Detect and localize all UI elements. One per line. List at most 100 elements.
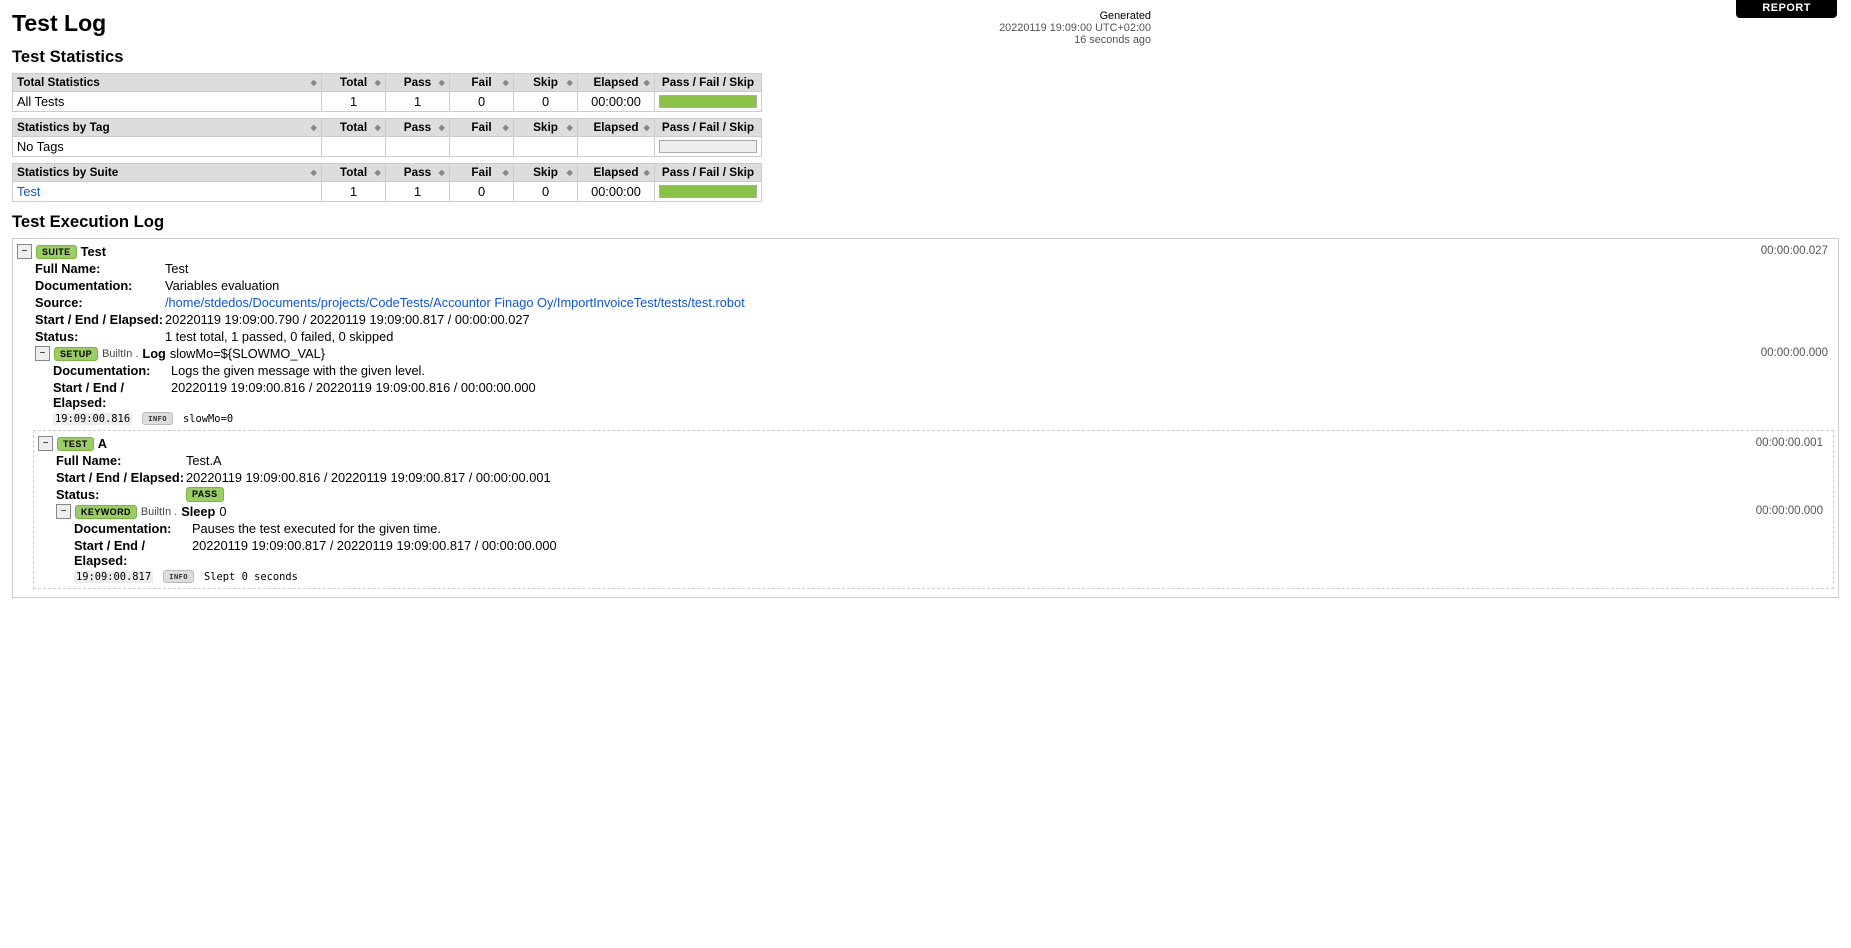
generated-info: Generated 20220119 19:09:00 UTC+02:00 16… — [420, 10, 1151, 46]
sort-icon[interactable]: ◆ — [644, 80, 650, 84]
keyword-badge: KEYWORD — [75, 505, 137, 519]
sort-icon[interactable]: ◆ — [503, 80, 509, 84]
sort-icon[interactable]: ◆ — [503, 170, 509, 174]
stats-graph-cell — [655, 182, 762, 202]
stats-col-header[interactable]: Pass◆ — [386, 74, 450, 92]
stats-col-header[interactable]: Pass◆ — [386, 164, 450, 182]
stats-col-header[interactable]: Skip◆ — [514, 74, 578, 92]
sort-icon[interactable]: ◆ — [567, 80, 573, 84]
sort-icon[interactable]: ◆ — [375, 80, 381, 84]
test-name[interactable]: A — [98, 436, 107, 451]
kw-name[interactable]: Sleep — [181, 504, 215, 519]
stats-col-header[interactable]: Elapsed◆ — [578, 74, 655, 92]
msg-text: slowMo=0 — [183, 413, 233, 425]
stats-col-header[interactable]: Pass / Fail / Skip — [655, 74, 762, 92]
stats-row: Test110000:00:00 — [13, 182, 762, 202]
meta-val: Test.A — [186, 453, 222, 468]
sort-icon[interactable]: ◆ — [375, 170, 381, 174]
meta-key: Start / End / Elapsed: — [53, 380, 171, 410]
stats-num-cell: 0 — [514, 182, 578, 202]
generated-label: Generated — [420, 10, 1151, 22]
stats-col-header[interactable]: Total◆ — [322, 119, 386, 137]
suite-name[interactable]: Test — [81, 244, 106, 259]
stats-name-header[interactable]: Statistics by Tag◆ — [13, 119, 322, 137]
stats-elapsed-cell: 00:00:00 — [578, 92, 655, 112]
meta-val: Test — [165, 261, 188, 276]
meta-key: Start / End / Elapsed: — [56, 470, 186, 485]
meta-val: Pauses the test executed for the given t… — [192, 521, 441, 536]
stats-num-cell: 1 — [386, 92, 450, 112]
stats-table: Statistics by Tag◆Total◆Pass◆Fail◆Skip◆E… — [12, 118, 762, 157]
meta-key: Status: — [56, 487, 186, 502]
stats-col-header[interactable]: Elapsed◆ — [578, 164, 655, 182]
meta-val: 20220119 19:09:00.816 / 20220119 19:09:0… — [186, 470, 551, 485]
status-badge: PASS — [186, 487, 224, 502]
sort-icon[interactable]: ◆ — [439, 125, 445, 129]
suite-link[interactable]: Test — [17, 184, 40, 199]
generated-ago: 16 seconds ago — [420, 34, 1151, 46]
pass-fail-graph — [659, 95, 757, 108]
sort-icon[interactable]: ◆ — [439, 170, 445, 174]
sort-icon[interactable]: ◆ — [644, 125, 650, 129]
test-elapsed: 00:00:00.001 — [1756, 437, 1823, 449]
stats-col-header[interactable]: Elapsed◆ — [578, 119, 655, 137]
kw-args: slowMo=${SLOWMO_VAL} — [170, 346, 325, 361]
kw-lib: BuiltIn . — [102, 348, 138, 360]
suite-badge: SUITE — [36, 245, 77, 259]
sort-icon[interactable]: ◆ — [375, 125, 381, 129]
meta-key: Full Name: — [35, 261, 165, 276]
stats-col-header[interactable]: Total◆ — [322, 164, 386, 182]
stats-col-header[interactable]: Pass / Fail / Skip — [655, 164, 762, 182]
stats-num-cell: 0 — [450, 92, 514, 112]
execution-log: − SUITE Test 00:00:00.027 Full Name:Test… — [12, 238, 1839, 598]
kw-name[interactable]: Log — [142, 346, 165, 361]
stats-col-header[interactable]: Fail◆ — [450, 119, 514, 137]
stats-col-header[interactable]: Skip◆ — [514, 119, 578, 137]
toggle-icon[interactable]: − — [56, 504, 71, 519]
setup-row: − SETUP BuiltIn . Log slowMo=${SLOWMO_VA… — [35, 345, 1834, 426]
meta-val: 20220119 19:09:00.790 / 20220119 19:09:0… — [165, 312, 530, 327]
stats-name-cell: All Tests — [13, 92, 322, 112]
pass-fail-graph — [659, 185, 757, 198]
stats-col-header[interactable]: Pass◆ — [386, 119, 450, 137]
test-badge: TEST — [57, 437, 94, 451]
kw-elapsed: 00:00:00.000 — [1756, 505, 1823, 517]
suite-row: − SUITE Test 00:00:00.027 Full Name:Test… — [17, 243, 1834, 589]
meta-key: Documentation: — [53, 363, 171, 378]
stats-col-header[interactable]: Pass / Fail / Skip — [655, 119, 762, 137]
sort-icon[interactable]: ◆ — [567, 170, 573, 174]
meta-val: 20220119 19:09:00.817 / 20220119 19:09:0… — [192, 538, 557, 568]
stats-col-header[interactable]: Total◆ — [322, 74, 386, 92]
stats-col-header[interactable]: Fail◆ — [450, 164, 514, 182]
sort-icon[interactable]: ◆ — [439, 80, 445, 84]
stats-num-cell: 1 — [322, 182, 386, 202]
test-row: − TEST A 00:00:00.001 Full Name:Test.A S… — [38, 435, 1829, 584]
meta-key: Full Name: — [56, 453, 186, 468]
stats-graph-cell — [655, 137, 762, 157]
meta-key: Status: — [35, 329, 165, 344]
sort-icon[interactable]: ◆ — [311, 170, 317, 174]
source-link[interactable]: /home/stdedos/Documents/projects/CodeTes… — [165, 295, 745, 310]
stats-name-header[interactable]: Total Statistics◆ — [13, 74, 322, 92]
stats-graph-cell — [655, 92, 762, 112]
stats-name-header[interactable]: Statistics by Suite◆ — [13, 164, 322, 182]
sort-icon[interactable]: ◆ — [644, 170, 650, 174]
sort-icon[interactable]: ◆ — [503, 125, 509, 129]
stats-row: All Tests110000:00:00 — [13, 92, 762, 112]
stats-num-cell — [322, 137, 386, 157]
msg-level-badge: INFO — [163, 570, 194, 583]
sort-icon[interactable]: ◆ — [311, 80, 317, 84]
stats-num-cell — [450, 137, 514, 157]
meta-val: 1 test total, 1 passed, 0 failed, 0 skip… — [165, 329, 393, 344]
stats-num-cell — [386, 137, 450, 157]
stats-num-cell: 0 — [514, 92, 578, 112]
report-button[interactable]: REPORT — [1736, 0, 1837, 18]
exec-heading: Test Execution Log — [12, 212, 1839, 232]
sort-icon[interactable]: ◆ — [311, 125, 317, 129]
stats-col-header[interactable]: Fail◆ — [450, 74, 514, 92]
stats-col-header[interactable]: Skip◆ — [514, 164, 578, 182]
sort-icon[interactable]: ◆ — [567, 125, 573, 129]
toggle-icon[interactable]: − — [38, 436, 53, 451]
toggle-icon[interactable]: − — [17, 244, 32, 259]
toggle-icon[interactable]: − — [35, 346, 50, 361]
